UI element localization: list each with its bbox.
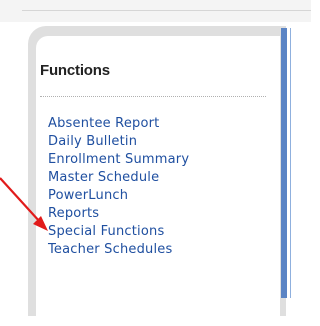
daily-bulletin-link[interactable]: Daily Bulletin [48, 134, 137, 149]
enrollment-summary-link[interactable]: Enrollment Summary [48, 152, 189, 167]
top-divider [22, 10, 311, 11]
list-item: Special Functions [48, 221, 189, 239]
accent-bar-line [290, 28, 291, 298]
dotted-divider [40, 96, 266, 98]
special-functions-link[interactable]: Special Functions [48, 224, 164, 239]
list-item: PowerLunch [48, 185, 189, 203]
top-strip [0, 0, 311, 22]
absentee-report-link[interactable]: Absentee Report [48, 116, 159, 131]
functions-link-list: Absentee Report Daily Bulletin Enrollmen… [48, 113, 189, 257]
list-item: Absentee Report [48, 113, 189, 131]
master-schedule-link[interactable]: Master Schedule [48, 170, 159, 185]
list-item: Reports [48, 203, 189, 221]
functions-title: Functions [40, 62, 110, 79]
teacher-schedules-link[interactable]: Teacher Schedules [48, 242, 172, 257]
list-item: Master Schedule [48, 167, 189, 185]
reports-link[interactable]: Reports [48, 206, 99, 221]
list-item: Enrollment Summary [48, 149, 189, 167]
list-item: Teacher Schedules [48, 239, 189, 257]
powerlunch-link[interactable]: PowerLunch [48, 188, 128, 203]
list-item: Daily Bulletin [48, 131, 189, 149]
accent-bar [281, 28, 287, 298]
main-content-edge [292, 22, 311, 296]
